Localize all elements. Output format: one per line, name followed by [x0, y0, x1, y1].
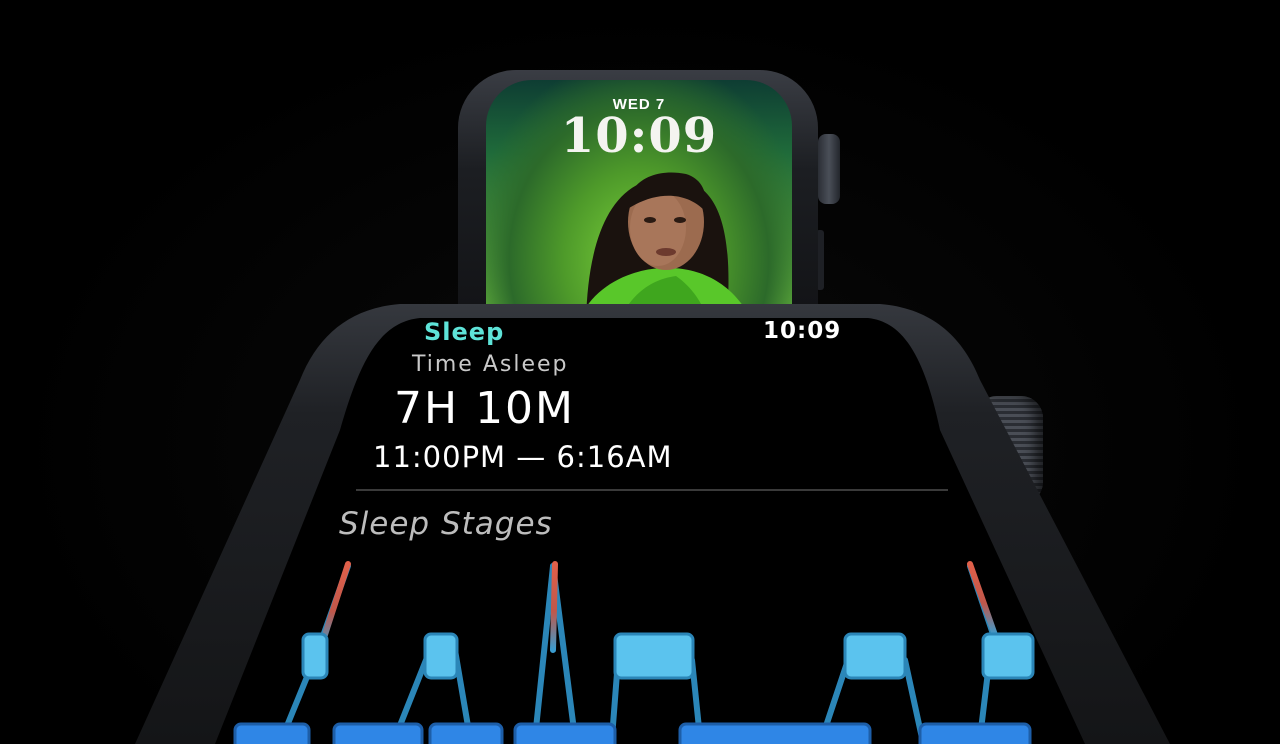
stage-connector [902, 657, 925, 741]
front-watch: Sleep 10:09 Time Asleep 7H 10M 11:00PM —… [0, 0, 1280, 744]
awake-spike [967, 561, 998, 638]
core-block [918, 722, 1032, 744]
core-block [428, 722, 504, 744]
product-scene: WED 7 10:09 Sleep 10:09 Time Asleep 7H 1… [0, 0, 1280, 744]
rem-blocks [301, 632, 1035, 680]
sleep-stages-chart [233, 561, 1035, 744]
stage-connector [532, 563, 556, 741]
core-blocks [233, 722, 1032, 744]
rem-block [423, 632, 459, 680]
rem-block [613, 632, 695, 680]
rem-block [843, 632, 907, 680]
core-block [678, 722, 872, 744]
core-block [233, 722, 311, 744]
awake-spike [550, 561, 558, 653]
rem-block [301, 632, 329, 680]
core-block [513, 722, 617, 744]
rem-block [981, 632, 1035, 680]
core-block [332, 722, 424, 744]
